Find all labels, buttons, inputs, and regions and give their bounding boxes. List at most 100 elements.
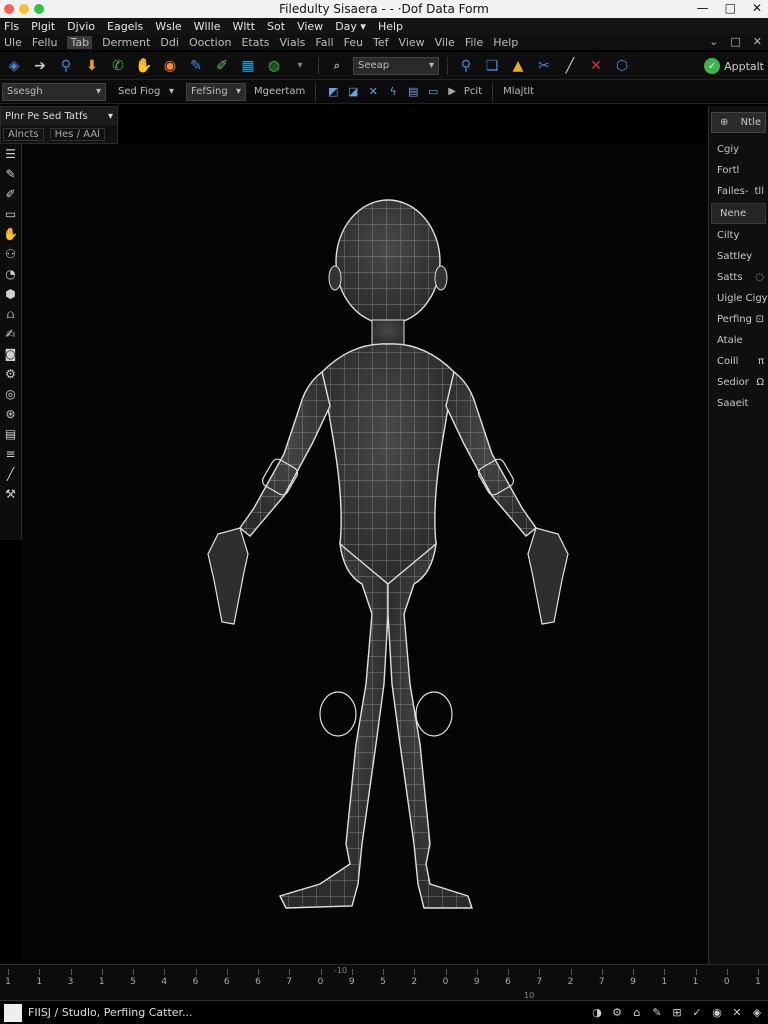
tool-icon-1[interactable]: ☰: [3, 146, 19, 162]
tool-icon-12[interactable]: ⚙: [3, 366, 19, 382]
panel-item-cgiy[interactable]: Cgiy: [709, 139, 768, 160]
mode-dropdown[interactable]: Ssesgh ▾: [2, 82, 106, 101]
cube-icon[interactable]: ⬡: [612, 56, 632, 76]
panel-item-nene[interactable]: Nene: [711, 203, 766, 224]
submenu-item-tef[interactable]: Tef: [373, 36, 389, 49]
panel-item-coill[interactable]: Coill π: [709, 351, 768, 372]
fog-dropdown[interactable]: Sed Fiog ▾: [114, 83, 178, 101]
tool-icon-5[interactable]: ✋: [3, 226, 19, 242]
status-icon-5[interactable]: ⊞: [670, 1005, 684, 1019]
panel-item-ntle[interactable]: ⊕ Ntle: [711, 112, 766, 133]
close-icon[interactable]: ✕: [753, 35, 762, 48]
import-icon[interactable]: ⬇: [82, 56, 102, 76]
tool-icon-4[interactable]: ▭: [3, 206, 19, 222]
submenu-item-ooction[interactable]: Ooction: [189, 36, 232, 49]
panel-item-sedior[interactable]: Sedior Ω: [709, 372, 768, 393]
knife-icon[interactable]: ╱: [560, 56, 580, 76]
tool-icon-2[interactable]: ✎: [3, 166, 19, 182]
submenu-item-ddi[interactable]: Ddi: [160, 36, 179, 49]
rotate-icon[interactable]: ◪: [346, 85, 360, 99]
tool-icon-6[interactable]: ⚇: [3, 246, 19, 262]
menu-item-wllle[interactable]: Wllle: [194, 20, 221, 33]
submenu-item-tab[interactable]: Tab: [67, 35, 93, 49]
tool-icon-8[interactable]: ⬢: [3, 286, 19, 302]
arrow-icon[interactable]: ➔: [30, 56, 50, 76]
frame-icon[interactable]: ▭: [426, 85, 440, 99]
app-button[interactable]: ✓ Apptalt: [704, 58, 764, 74]
tool-icon-16[interactable]: ≡: [3, 446, 19, 462]
filter-icon[interactable]: ⌕: [327, 56, 347, 76]
tab-hes[interactable]: Hes / AAl: [49, 127, 105, 141]
menu-item-day[interactable]: Day ▾: [335, 20, 366, 33]
globe-icon[interactable]: ◍: [264, 56, 284, 76]
menu-item-eagels[interactable]: Eagels: [107, 20, 143, 33]
tool-icon-17[interactable]: ╱: [3, 466, 19, 482]
status-icon-1[interactable]: ◑: [590, 1005, 604, 1019]
panel-item-saaeit[interactable]: Saaeit: [709, 393, 768, 414]
menu-item-wsle[interactable]: Wsle: [155, 20, 181, 33]
menu-item-fls[interactable]: Fls: [4, 20, 19, 33]
status-icon-4[interactable]: ✎: [650, 1005, 664, 1019]
3d-viewport[interactable]: [22, 144, 708, 960]
timeline[interactable]: -10 10 1131546667095209672791101: [0, 964, 768, 1000]
submenu-item-help[interactable]: Help: [493, 36, 518, 49]
submenu-item-file[interactable]: File: [465, 36, 483, 49]
options-label-3[interactable]: Mlajtlt: [503, 86, 534, 97]
search-icon[interactable]: ⚲: [56, 56, 76, 76]
panel-item-uigle-cigy[interactable]: Uigle Cigy: [709, 288, 768, 309]
tool-icon-14[interactable]: ⊛: [3, 406, 19, 422]
page-icon[interactable]: ▤: [406, 85, 420, 99]
restore-icon[interactable]: □: [730, 35, 740, 48]
select-icon[interactable]: ◈: [4, 56, 24, 76]
menu-item-djvio[interactable]: Djvio: [67, 20, 95, 33]
phone-icon[interactable]: ✆: [108, 56, 128, 76]
submenu-item-derment[interactable]: Derment: [102, 36, 150, 49]
status-icon-3[interactable]: ⌂: [630, 1005, 644, 1019]
tools-icon[interactable]: ✂: [534, 56, 554, 76]
submenu-item-vials[interactable]: Vials: [280, 36, 306, 49]
panel-item-failes[interactable]: Failes-tll: [709, 181, 768, 202]
panel-item-sattley[interactable]: Sattley: [709, 246, 768, 267]
tool-icon-9[interactable]: ⩍: [3, 306, 19, 322]
brush-icon[interactable]: ✐: [212, 56, 232, 76]
submenu-item-fellu[interactable]: Fellu: [32, 36, 58, 49]
menu-item-help[interactable]: Help: [378, 20, 403, 33]
submenu-item-ule[interactable]: Ule: [4, 36, 22, 49]
pencil-icon[interactable]: ✎: [186, 56, 206, 76]
panel-item-atale[interactable]: Atale: [709, 330, 768, 351]
hand-icon[interactable]: ✋: [134, 56, 154, 76]
status-icon-2[interactable]: ⚙: [610, 1005, 624, 1019]
collapse-icon[interactable]: ⌄: [709, 35, 718, 48]
menu-item-wltt[interactable]: Wltt: [232, 20, 255, 33]
close-button[interactable]: ✕: [752, 1, 762, 15]
panel-item-cilty[interactable]: Cilty: [709, 225, 768, 246]
search-dropdown[interactable]: Seeap ▾: [353, 56, 439, 75]
outliner-header[interactable]: Plnr Pe Sed Tatfs ▾: [1, 107, 117, 125]
tool-icon-10[interactable]: ✍: [3, 326, 19, 342]
grid-icon[interactable]: ▦: [238, 56, 258, 76]
tool-icon-11[interactable]: ◙: [3, 346, 19, 362]
status-icon-6[interactable]: ✓: [690, 1005, 704, 1019]
tool-icon-7[interactable]: ◔: [3, 266, 19, 282]
menu-item-view[interactable]: View: [297, 20, 323, 33]
menu-item-sot[interactable]: Sot: [267, 20, 285, 33]
warning-icon[interactable]: ▲: [508, 56, 528, 76]
submenu-item-feu[interactable]: Feu: [344, 36, 363, 49]
delete-icon[interactable]: ✕: [586, 56, 606, 76]
tool-icon-3[interactable]: ✐: [3, 186, 19, 202]
submenu-item-view[interactable]: View: [399, 36, 425, 49]
tool-icon-13[interactable]: ◎: [3, 386, 19, 402]
play-icon[interactable]: ▶: [448, 86, 456, 97]
panel-item-satts[interactable]: Satts ◌: [709, 267, 768, 288]
menu-item-plgit[interactable]: Plgit: [31, 20, 55, 33]
tab-alncts[interactable]: Alncts: [3, 127, 44, 141]
curve-icon[interactable]: ϟ: [386, 85, 400, 99]
options-label[interactable]: Mgeertam: [254, 86, 305, 97]
scale-icon[interactable]: ✕: [366, 85, 380, 99]
status-icon-7[interactable]: ◉: [710, 1005, 724, 1019]
tool-icon-18[interactable]: ⚒: [3, 486, 19, 502]
maximize-button[interactable]: □: [725, 1, 736, 15]
minimize-button[interactable]: —: [697, 1, 709, 15]
chevron-down-icon[interactable]: ▾: [290, 56, 310, 76]
panel-item-fortl[interactable]: Fortl: [709, 160, 768, 181]
